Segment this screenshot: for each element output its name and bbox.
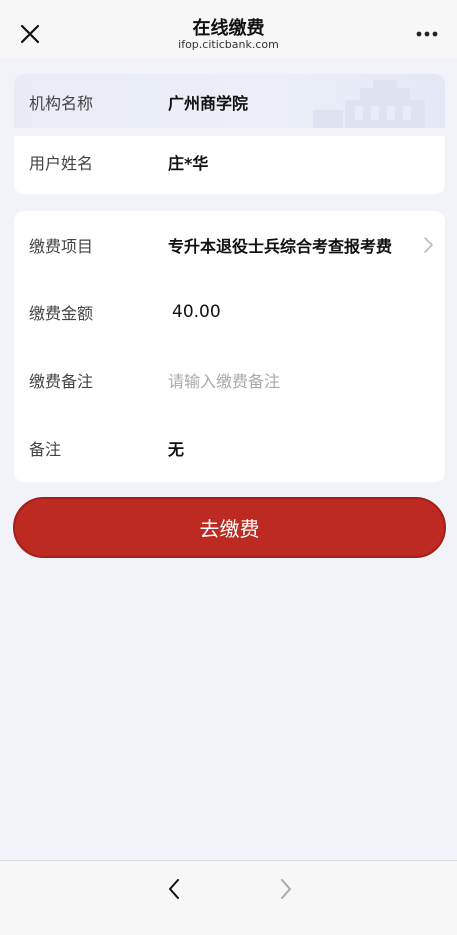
chevron-left-icon xyxy=(169,879,179,899)
payment-note-row[interactable]: 缴费备注 请输入缴费备注 xyxy=(14,352,445,408)
header-bar: 在线缴费 ifop.citicbank.com xyxy=(0,0,457,58)
remark-row: 备注 无 xyxy=(14,420,445,476)
page-domain: ifop.citicbank.com xyxy=(178,38,279,51)
institution-value: 广州商学院 xyxy=(168,94,249,113)
remark-value: 无 xyxy=(168,440,185,459)
user-label: 用户姓名 xyxy=(29,154,94,173)
page: 在线缴费 ifop.citicbank.com 机构名称 广州商学院 用户姓名 … xyxy=(0,0,457,935)
user-value: 庄*华 xyxy=(168,154,209,173)
forward-button[interactable] xyxy=(272,875,300,903)
back-button[interactable] xyxy=(160,875,188,903)
payment-item-row[interactable]: 缴费项目 专升本退役士兵综合考查报考费 xyxy=(14,217,445,273)
browser-nav-bar xyxy=(0,860,457,935)
pay-button[interactable]: 去缴费 xyxy=(13,497,446,558)
payment-item-label: 缴费项目 xyxy=(29,237,94,256)
institution-label: 机构名称 xyxy=(29,94,94,113)
page-title: 在线缴费 xyxy=(192,18,265,39)
payment-amount-label: 缴费金额 xyxy=(29,304,94,323)
payment-note-input[interactable]: 请输入缴费备注 xyxy=(168,368,280,392)
payment-item-value: 专升本退役士兵综合考查报考费 xyxy=(168,237,393,256)
chevron-right-icon xyxy=(281,879,291,899)
account-card: 机构名称 广州商学院 用户姓名 庄*华 xyxy=(14,74,445,194)
remark-label: 备注 xyxy=(29,440,62,459)
user-row: 用户姓名 庄*华 xyxy=(14,134,445,190)
payment-card: 缴费项目 专升本退役士兵综合考查报考费 缴费金额 40.00 缴费备注 请输入缴… xyxy=(14,211,445,482)
payment-amount-row: 缴费金额 40.00 xyxy=(14,284,445,340)
more-button[interactable] xyxy=(411,18,443,50)
more-icon xyxy=(416,31,438,37)
payment-amount-value: 40.00 xyxy=(172,302,221,322)
chevron-right-icon xyxy=(424,237,433,253)
payment-note-label: 缴费备注 xyxy=(29,372,94,391)
institution-row: 机构名称 广州商学院 xyxy=(14,74,445,130)
